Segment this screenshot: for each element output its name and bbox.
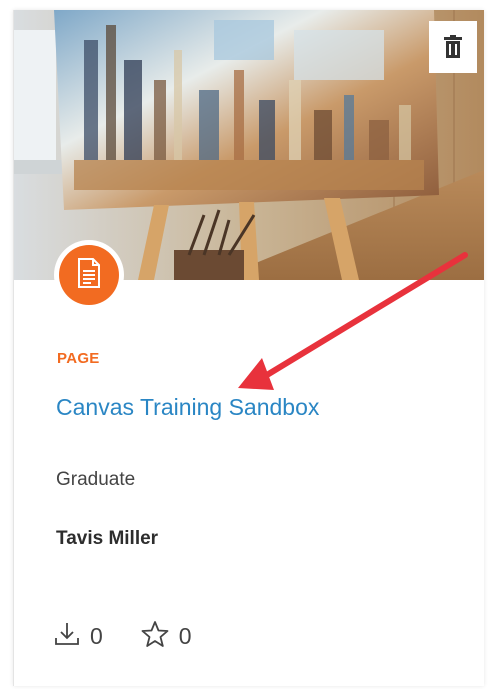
- resource-type-label: PAGE: [57, 350, 100, 367]
- download-icon: [54, 621, 90, 653]
- resource-type-badge: [54, 240, 124, 310]
- star-icon: [141, 620, 179, 653]
- resource-stats: 0 0: [54, 620, 192, 653]
- resource-card: PAGE Canvas Training Sandbox Graduate Ta…: [13, 10, 484, 686]
- resource-title-link[interactable]: Canvas Training Sandbox: [56, 394, 319, 421]
- trash-icon: [443, 35, 463, 59]
- favorites-stat[interactable]: 0: [141, 620, 192, 653]
- downloads-stat[interactable]: 0: [54, 621, 103, 653]
- delete-button[interactable]: [429, 21, 477, 73]
- document-icon: [77, 257, 101, 293]
- resource-level: Graduate: [56, 469, 136, 490]
- favorites-count: 0: [178, 623, 192, 649]
- downloads-count: 0: [90, 623, 103, 649]
- resource-author: Tavis Miller: [56, 528, 159, 549]
